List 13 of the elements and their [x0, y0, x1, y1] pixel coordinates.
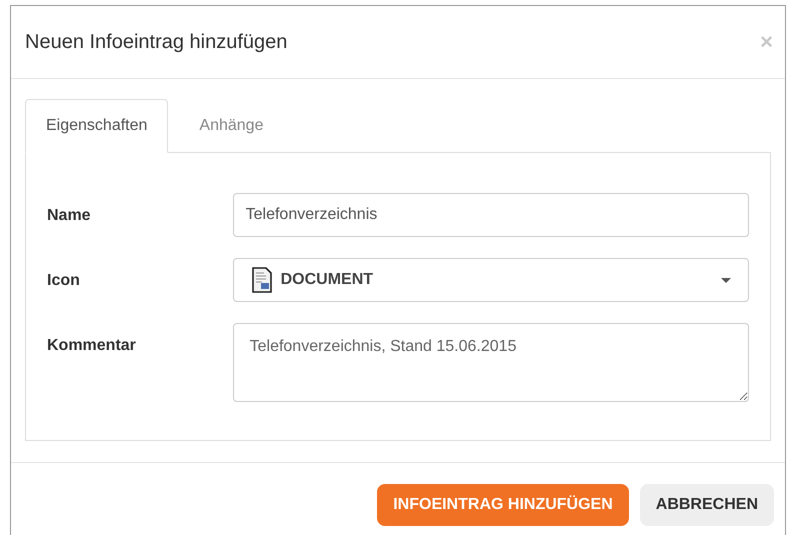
selected-value: DOCUMENT — [280, 270, 374, 290]
document-icon — [250, 267, 273, 293]
dialog-title: Neuen Infoeintrag hinzufügen — [25, 30, 288, 55]
comment-field[interactable]: Telefonverzeichnis, Stand 15.06.2015 — [232, 323, 749, 402]
tab[interactable]: Eigenschaften — [25, 99, 168, 153]
field-label: Icon — [47, 271, 81, 291]
caret-icon — [721, 278, 731, 282]
cancel-button[interactable]: ABBRECHEN — [640, 484, 774, 526]
tab[interactable]: Anhänge — [168, 99, 294, 153]
field-label: Name — [47, 206, 92, 226]
icon-dropdown[interactable]: DOCUMENT — [232, 258, 749, 302]
name-field[interactable]: Telefonverzeichnis — [232, 193, 749, 237]
field-label: Kommentar — [47, 336, 137, 356]
